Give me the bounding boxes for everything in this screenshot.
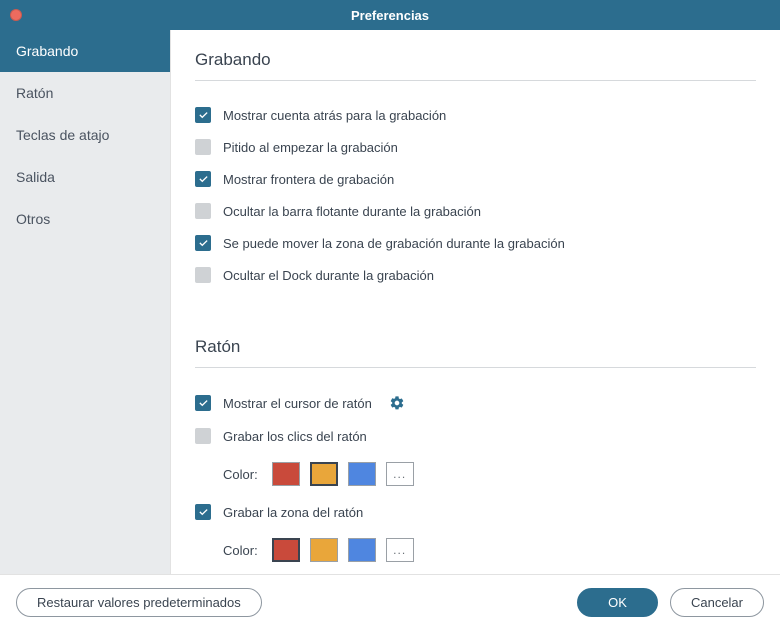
sidebar-item-teclas[interactable]: Teclas de atajo <box>0 114 170 156</box>
option-countdown: Mostrar cuenta atrás para la grabación <box>195 99 756 131</box>
restore-defaults-button[interactable]: Restaurar valores predeterminados <box>16 588 262 617</box>
checkbox-record-area[interactable] <box>195 504 211 520</box>
option-show-cursor: Mostrar el cursor de ratón <box>195 386 756 420</box>
checkbox-border[interactable] <box>195 171 211 187</box>
sidebar-item-raton[interactable]: Ratón <box>0 72 170 114</box>
option-move-zone: Se puede mover la zona de grabación dura… <box>195 227 756 259</box>
label-move-zone: Se puede mover la zona de grabación dura… <box>223 236 565 251</box>
checkbox-hide-dock[interactable] <box>195 267 211 283</box>
click-color-swatch-blue[interactable] <box>348 462 376 486</box>
option-border: Mostrar frontera de grabación <box>195 163 756 195</box>
sidebar-item-otros[interactable]: Otros <box>0 198 170 240</box>
checkbox-countdown[interactable] <box>195 107 211 123</box>
area-color-more-button[interactable]: ... <box>386 538 414 562</box>
label-record-clicks: Grabar los clics del ratón <box>223 429 367 444</box>
click-color-swatch-red[interactable] <box>272 462 300 486</box>
option-record-area: Grabar la zona del ratón <box>195 496 756 528</box>
label-show-cursor: Mostrar el cursor de ratón <box>223 396 372 411</box>
label-hide-dock: Ocultar el Dock durante la grabación <box>223 268 434 283</box>
option-hide-dock: Ocultar el Dock durante la grabación <box>195 259 756 291</box>
section-title-mouse: Ratón <box>195 317 756 368</box>
label-countdown: Mostrar cuenta atrás para la grabación <box>223 108 446 123</box>
section-title-recording: Grabando <box>195 30 756 81</box>
checkbox-show-cursor[interactable] <box>195 395 211 411</box>
body: Grabando Ratón Teclas de atajo Salida Ot… <box>0 30 780 574</box>
label-border: Mostrar frontera de grabación <box>223 172 394 187</box>
label-record-area: Grabar la zona del ratón <box>223 505 363 520</box>
checkbox-move-zone[interactable] <box>195 235 211 251</box>
sidebar-item-salida[interactable]: Salida <box>0 156 170 198</box>
click-color-more-button[interactable]: ... <box>386 462 414 486</box>
window-title: Preferencias <box>351 8 429 23</box>
checkbox-beep[interactable] <box>195 139 211 155</box>
content-pane: Grabando Mostrar cuenta atrás para la gr… <box>170 30 780 574</box>
cancel-button[interactable]: Cancelar <box>670 588 764 617</box>
click-color-label: Color: <box>223 467 258 482</box>
titlebar: Preferencias <box>0 0 780 30</box>
option-beep: Pitido al empezar la grabación <box>195 131 756 163</box>
area-color-swatch-blue[interactable] <box>348 538 376 562</box>
area-color-row: Color: ... <box>195 528 756 572</box>
checkbox-record-clicks[interactable] <box>195 428 211 444</box>
click-color-swatch-yellow[interactable] <box>310 462 338 486</box>
area-color-swatch-red[interactable] <box>272 538 300 562</box>
sidebar-item-grabando[interactable]: Grabando <box>0 30 170 72</box>
click-color-row: Color: ... <box>195 452 756 496</box>
option-record-clicks: Grabar los clics del ratón <box>195 420 756 452</box>
sidebar: Grabando Ratón Teclas de atajo Salida Ot… <box>0 30 170 574</box>
area-color-label: Color: <box>223 543 258 558</box>
gear-icon[interactable] <box>388 394 406 412</box>
label-hide-floatbar: Ocultar la barra flotante durante la gra… <box>223 204 481 219</box>
area-color-swatch-yellow[interactable] <box>310 538 338 562</box>
close-window-button[interactable] <box>10 9 22 21</box>
option-hide-floatbar: Ocultar la barra flotante durante la gra… <box>195 195 756 227</box>
label-beep: Pitido al empezar la grabación <box>223 140 398 155</box>
footer: Restaurar valores predeterminados OK Can… <box>0 574 780 630</box>
checkbox-hide-floatbar[interactable] <box>195 203 211 219</box>
ok-button[interactable]: OK <box>577 588 658 617</box>
